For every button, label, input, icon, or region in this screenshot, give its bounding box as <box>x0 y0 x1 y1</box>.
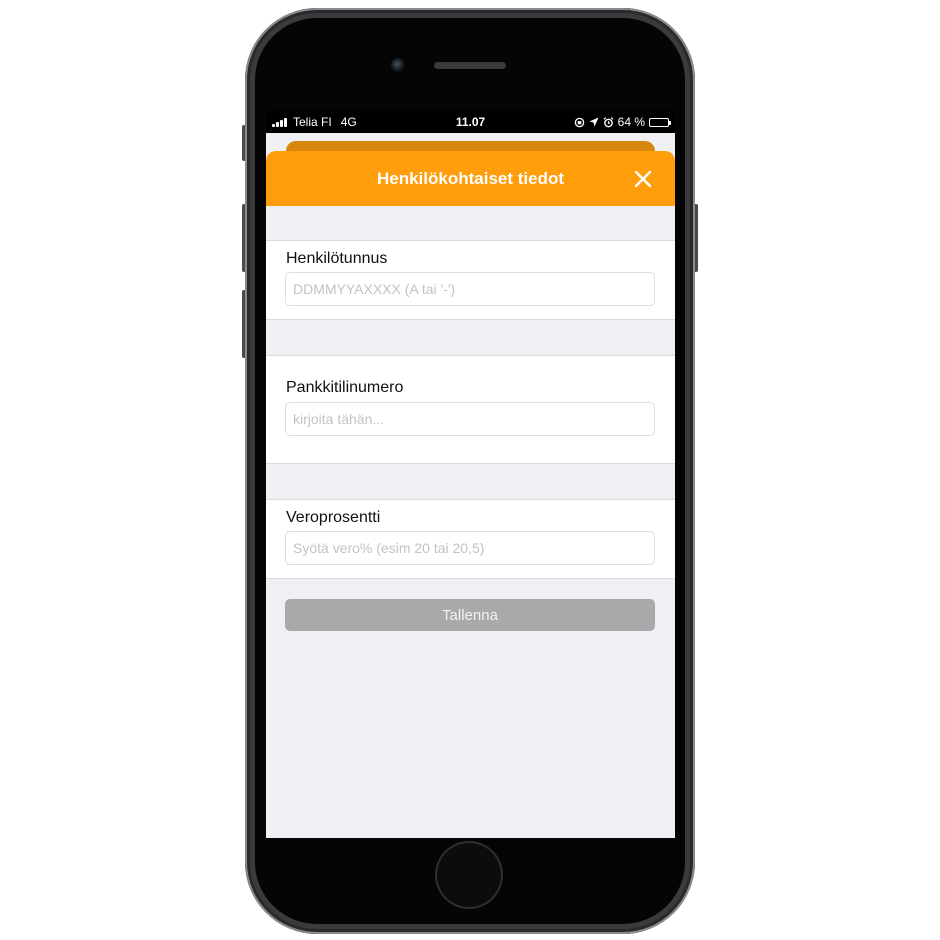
battery-percentage: 64 % <box>617 115 645 129</box>
bank-account-input[interactable] <box>285 402 655 436</box>
tax-rate-section: Veroprosentti <box>266 499 675 579</box>
home-button[interactable] <box>435 841 503 909</box>
modal-header: Henkilökohtaiset tiedot <box>266 151 675 206</box>
tax-rate-label: Veroprosentti <box>286 509 381 526</box>
bank-account-label: Pankkitilinumero <box>286 379 404 396</box>
save-button[interactable]: Tallenna <box>285 599 655 631</box>
front-camera <box>391 58 405 72</box>
close-icon[interactable] <box>631 167 655 191</box>
alarm-icon <box>603 116 614 127</box>
earpiece-speaker <box>434 62 506 69</box>
location-icon <box>589 117 599 127</box>
rotation-lock-icon <box>574 117 584 127</box>
battery-icon <box>649 117 671 127</box>
modal-title: Henkilökohtaiset tiedot <box>376 169 565 188</box>
screen: Telia FI 4G 11.07 64 % Henkilökohtaiset … <box>266 111 675 838</box>
personal-info-modal: Henkilökohtaiset tiedot Henkilötunnus Pa… <box>266 151 675 838</box>
ssn-section: Henkilötunnus <box>266 240 675 320</box>
ssn-label: Henkilötunnus <box>286 250 388 267</box>
ssn-input[interactable] <box>285 272 655 306</box>
tax-rate-input[interactable] <box>285 531 655 565</box>
status-bar: Telia FI 4G 11.07 64 % <box>266 111 675 133</box>
bank-account-section: Pankkitilinumero <box>266 355 675 464</box>
